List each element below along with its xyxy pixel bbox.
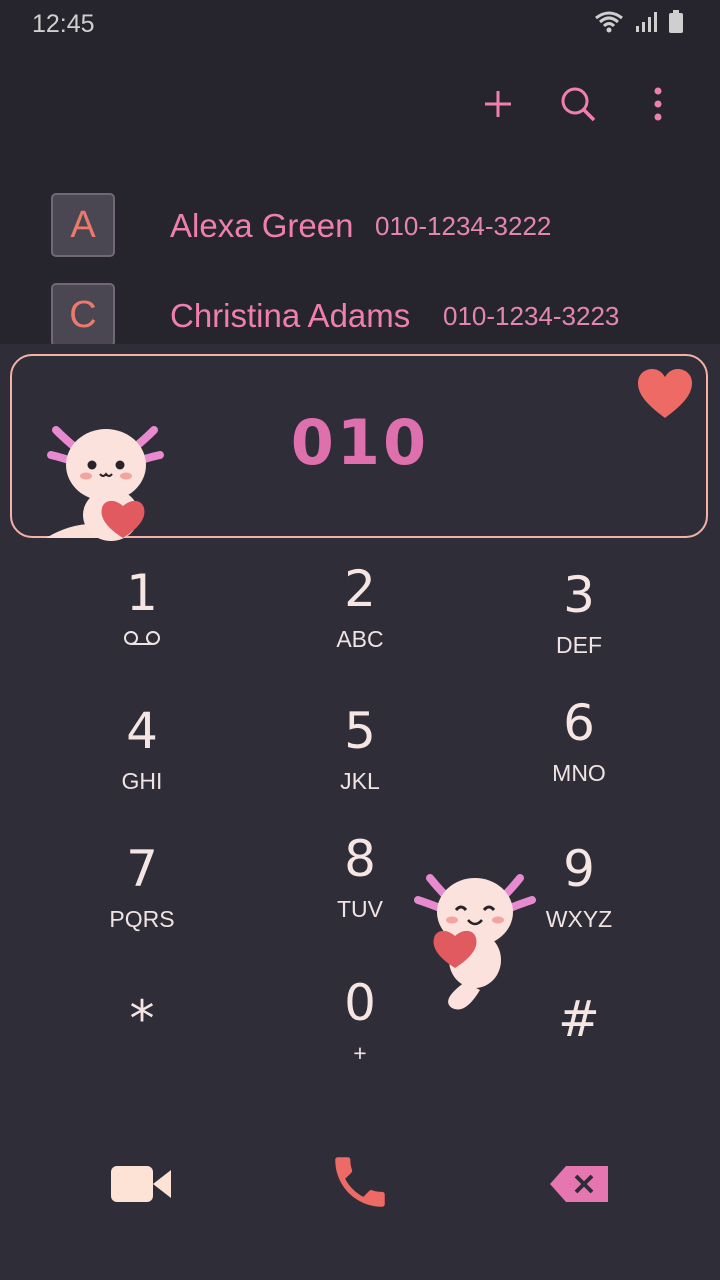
contact-number: 010-1234-3222 (375, 211, 552, 241)
key-digit: 5 (344, 702, 376, 760)
key-hash[interactable]: # (479, 990, 679, 1048)
phone-call-icon (327, 1149, 393, 1220)
add-contact-button[interactable] (476, 84, 520, 128)
toolbar (476, 84, 680, 128)
key-digit: 9 (563, 840, 595, 898)
key-letters: TUV (337, 896, 383, 922)
key-6[interactable]: 6 MNO (479, 694, 679, 787)
key-3[interactable]: 3 DEF (479, 566, 679, 659)
contact-suggestion-row[interactable]: A Alexa Green 010-1234-3222 (0, 193, 720, 273)
key-letters: DEF (556, 632, 602, 658)
key-star[interactable]: * (42, 990, 242, 1048)
key-letters: MNO (552, 760, 606, 786)
contact-name: Alexa Green (170, 207, 354, 244)
key-8[interactable]: 8 TUV (260, 830, 460, 923)
key-digit: 0 (344, 974, 376, 1032)
key-4[interactable]: 4 GHI (42, 702, 242, 795)
key-letters: + (353, 1040, 367, 1066)
key-letters: JKL (340, 768, 380, 794)
battery-icon (668, 10, 684, 39)
key-letters: WXYZ (545, 906, 613, 932)
call-button[interactable] (320, 1144, 400, 1224)
key-digit: 2 (344, 560, 376, 618)
wifi-icon (594, 10, 624, 39)
video-call-icon (111, 1164, 173, 1209)
contact-number: 010-1234-3223 (443, 301, 620, 331)
backspace-button[interactable] (540, 1154, 620, 1218)
key-digit: 3 (563, 566, 595, 624)
key-1[interactable]: 1 (42, 564, 242, 651)
search-icon (559, 85, 597, 128)
key-letters: ABC (336, 626, 384, 652)
more-vert-icon (653, 87, 663, 126)
dialpad: 010 1 2 ABC 3 DEF 4 GHI 5 JKL 6 MNO 7 PQ… (0, 344, 720, 1280)
key-9[interactable]: 9 WXYZ (479, 840, 679, 933)
key-digit: 1 (126, 564, 158, 622)
contact-avatar: C (51, 283, 115, 347)
key-letters: PQRS (109, 906, 175, 932)
axolotl-mascot-icon (26, 410, 176, 555)
key-letters: GHI (121, 768, 163, 794)
key-digit: # (558, 990, 600, 1048)
backspace-icon (550, 1165, 610, 1207)
status-time: 12:45 (32, 10, 95, 38)
key-digit: * (129, 990, 155, 1048)
video-call-button[interactable] (102, 1154, 182, 1218)
signal-icon (634, 10, 658, 39)
contact-avatar: A (51, 193, 115, 257)
status-bar: 12:45 (0, 0, 720, 50)
voicemail-icon (42, 630, 242, 651)
key-5[interactable]: 5 JKL (260, 702, 460, 795)
search-button[interactable] (556, 84, 600, 128)
add-icon (483, 89, 513, 124)
heart-icon (636, 368, 694, 425)
key-7[interactable]: 7 PQRS (42, 840, 242, 933)
key-0[interactable]: 0 + (260, 974, 460, 1067)
contact-suggestions-area: 12:45 A Alexa Green 010-1234-3222 C Chri… (0, 0, 720, 347)
key-digit: 7 (126, 840, 158, 898)
key-2[interactable]: 2 ABC (260, 560, 460, 653)
key-digit: 8 (344, 830, 376, 888)
key-digit: 6 (563, 694, 595, 752)
key-digit: 4 (126, 702, 158, 760)
more-options-button[interactable] (636, 84, 680, 128)
contact-name: Christina Adams (170, 297, 411, 334)
